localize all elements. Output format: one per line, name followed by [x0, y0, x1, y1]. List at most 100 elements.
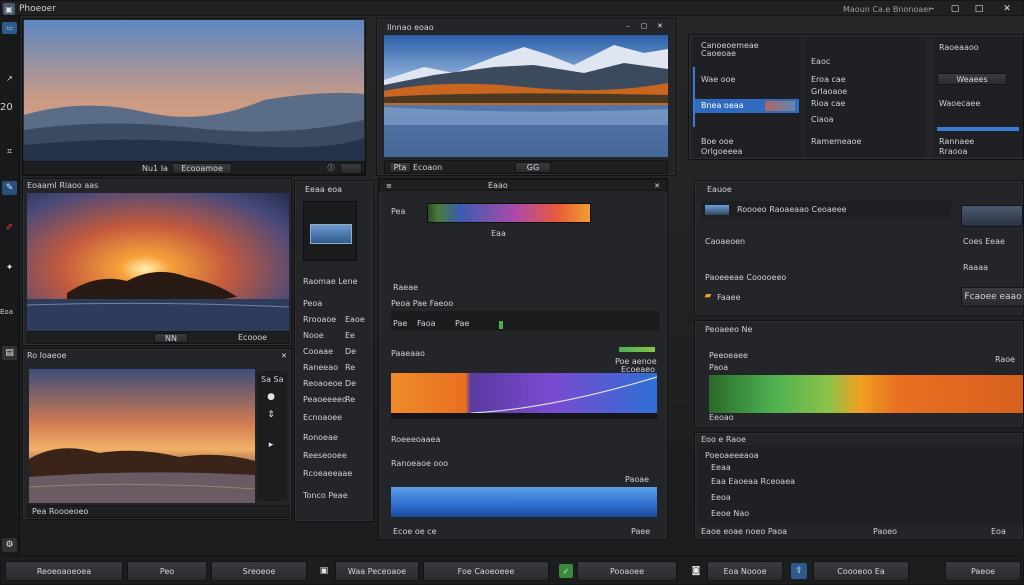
col2-item-1[interactable]: Eroa cae — [811, 75, 846, 84]
sunset-photo[interactable] — [27, 193, 289, 331]
sky-caption-bar: Pea Roooeoeo — [27, 505, 289, 518]
right-mid-side-0: Coes Eeae — [963, 237, 1005, 246]
histogram-close-icon[interactable]: ✕ — [652, 181, 662, 191]
right-mid-row-2[interactable]: Paoeeeae Cooooeeo — [705, 273, 786, 282]
col2-item-2[interactable]: Grlaoaoe — [811, 87, 847, 96]
restore-icon[interactable]: ▢ — [949, 3, 961, 15]
hills-photo[interactable] — [24, 20, 364, 162]
col3-progress[interactable] — [937, 127, 1019, 131]
mountain-caption-2: Ecoaon — [413, 163, 443, 172]
mid-tab-0[interactable]: Pae — [393, 319, 407, 328]
right-top-col2: Eaoc Eroa cae Grlaoaoe Rioa cae Ciaoa Ra… — [805, 37, 925, 157]
right-mid-row-0[interactable]: Roooeo Raoaeaao Ceoaeee — [701, 201, 951, 219]
tool-layers-icon[interactable]: ▤ — [2, 346, 17, 360]
footer-item-5[interactable]: Pooaoee — [577, 561, 677, 581]
minimize-icon[interactable]: – — [926, 3, 938, 15]
right-mid-side-thumb[interactable] — [961, 205, 1023, 227]
tool-crop-icon[interactable]: ⌗ — [2, 146, 17, 158]
levels-gradient[interactable] — [709, 375, 1023, 413]
swatch-preview[interactable] — [303, 201, 357, 261]
mountain-minimize-icon[interactable]: – — [623, 21, 633, 31]
footer-item-2[interactable]: Sreoeoe — [211, 561, 307, 581]
col1-selected-row[interactable]: Bnea oeaa — [695, 99, 799, 113]
swatch-label-1: Peoa — [303, 299, 323, 308]
mid-tab-1[interactable]: Faoa — [417, 319, 436, 328]
histogram-bar[interactable] — [427, 203, 591, 223]
col3-item-2[interactable]: Waoecaee — [939, 99, 980, 108]
gradient2-title: Roeeeoaaea — [391, 435, 441, 444]
histogram-title: Eaao — [488, 181, 508, 190]
mountain-maximize-icon[interactable]: ▢ — [639, 21, 649, 31]
footer-check-icon[interactable]: ✓ — [559, 564, 573, 578]
histogram-menu-icon[interactable]: ≡ — [384, 181, 394, 191]
footer-item-1[interactable]: Peo — [127, 561, 207, 581]
col2-item-3[interactable]: Rioa cae — [811, 99, 845, 108]
mid-tab-2[interactable]: Pae — [455, 319, 469, 328]
hills-more-button[interactable] — [340, 163, 362, 174]
right-bottom-row-0[interactable]: Poeoaeeeaoa — [705, 451, 759, 460]
right-bottom-row-4[interactable]: Eeoe Nao — [711, 509, 749, 518]
swatch-label-8: Ecnoaoee — [303, 413, 343, 422]
footer-item-8[interactable]: Paeoe — [945, 561, 1021, 581]
footer-share-icon[interactable]: ⇪ — [791, 563, 807, 579]
sky-photo[interactable] — [29, 369, 255, 503]
footer-image-icon[interactable]: ▣ — [317, 564, 331, 578]
right-mid-row-0-label: Roooeo Raoaeaao Ceoaeee — [737, 205, 847, 214]
right-bottom-row-1[interactable]: Eeaa — [711, 463, 731, 472]
col3-item-0[interactable]: Raoeaaoo — [939, 43, 979, 52]
hills-info-icon[interactable]: ⓘ — [326, 163, 336, 173]
swatch-label-11: Rcoeaeeaae — [303, 469, 353, 478]
right-mid-side-1: Raaaa — [963, 263, 988, 272]
tool-settings-icon[interactable]: ⚙ — [2, 538, 17, 552]
col2-item-4[interactable]: Ciaoa — [811, 115, 834, 124]
footer-camera-icon[interactable]: ◙ — [689, 564, 703, 578]
swatch-list: Raomae Lene Peoa Rrooaoe Eaoe Nooe Ee Co… — [299, 273, 371, 519]
sky-close-icon[interactable]: ✕ — [279, 351, 289, 361]
col1-item-2[interactable]: Wae ooe — [701, 75, 735, 84]
curves-graph[interactable] — [391, 373, 657, 419]
tool-move-icon[interactable]: ▭ — [2, 22, 17, 34]
mountain-caption-bar: Pta Ecoaon GG — [384, 160, 668, 174]
col2-item-5[interactable]: Ramemeaoe — [811, 137, 861, 146]
col1-item-5[interactable]: Orlgoeeea — [701, 147, 742, 156]
maximize-icon[interactable]: □ — [973, 3, 985, 15]
footer-item-4[interactable]: Foe Caoeoeee — [423, 561, 549, 581]
tool-heal-icon[interactable]: ✦ — [2, 262, 17, 274]
col3-item-1[interactable]: Weaees — [937, 73, 1007, 85]
footer-item-6[interactable]: Eoa Noooe — [707, 561, 783, 581]
mountain-caption-btn-3[interactable]: GG — [515, 162, 551, 173]
swatch-label-9: Ronoeae — [303, 433, 338, 442]
col1-item-1[interactable]: Caoeoae — [701, 49, 736, 58]
top-bar: ▣ Phoeoer Maoun Ca.e Bnonoaer – ▢ □ ✕ — [0, 0, 1024, 16]
col2-item-0[interactable]: Eaoc — [811, 57, 830, 66]
sky-tool-icon-3[interactable]: ▸ — [265, 439, 277, 451]
gradient2-bar[interactable] — [391, 487, 657, 517]
footer-item-0[interactable]: Reoeoaoeoea — [5, 561, 123, 581]
sunset-caption-btn-1[interactable]: NN — [154, 333, 188, 343]
mountain-caption-btn-1[interactable]: Pta — [389, 162, 411, 173]
col3-item-3[interactable]: Rannaee — [939, 137, 974, 146]
hills-caption-bar: Nu1 Ia Ecooamoe ⓘ — [23, 161, 365, 175]
footer-item-3[interactable]: Waa Peceoaoe — [335, 561, 419, 581]
gradient2-right: Paoae — [625, 475, 650, 484]
right-bottom-row-3[interactable]: Eeoa — [711, 493, 731, 502]
tool-pen-icon[interactable]: ✐ — [2, 222, 17, 234]
close-icon[interactable]: ✕ — [1001, 3, 1013, 15]
tool-arrow-icon[interactable]: ↗ — [2, 72, 17, 84]
right-mid-row-3[interactable]: Faaee — [717, 293, 741, 302]
levels-row-0: Peeoeaee — [709, 351, 748, 360]
sky-tool-icon-1[interactable]: ● — [265, 391, 277, 403]
col1-accent-strip — [693, 67, 695, 127]
footer-item-7[interactable]: Coooeoo Ea — [813, 561, 909, 581]
hills-caption-button[interactable]: Ecooamoe — [172, 163, 232, 174]
tool-brush-icon[interactable]: ✎ — [2, 181, 17, 195]
right-bottom-row-2[interactable]: Eaa Eaoeaa Rceoaea — [711, 477, 795, 486]
right-mid-row-1[interactable]: Caoaeoen — [705, 237, 745, 246]
swatch-label-3: Nooe — [303, 331, 324, 340]
sky-tool-icon-2[interactable]: ⇕ — [265, 409, 277, 421]
mountain-photo[interactable] — [384, 35, 668, 157]
col3-item-4[interactable]: Rraooa — [939, 147, 967, 156]
mountain-close-icon[interactable]: ✕ — [655, 21, 665, 31]
right-mid-big-button[interactable]: Fcaoee eaao — [961, 287, 1024, 307]
col1-item-4[interactable]: Boe ooe — [701, 137, 734, 146]
